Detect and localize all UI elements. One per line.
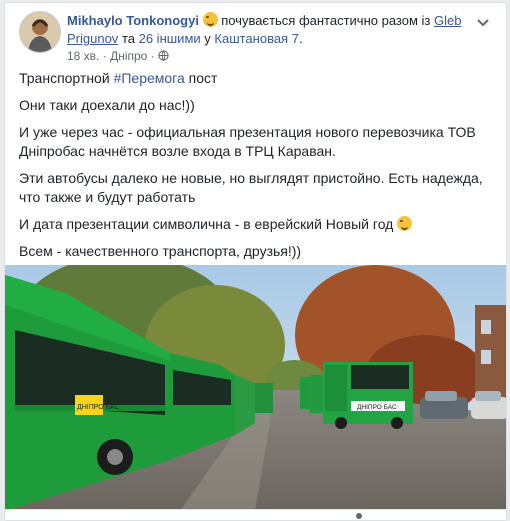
location-text: Дніпро: [110, 49, 148, 63]
hashtag-link[interactable]: #Перемога: [114, 70, 185, 86]
photo-footer: [5, 509, 506, 520]
post-line-4: Эти автобусы далеко не новые, но выглядя…: [19, 170, 483, 205]
others-link[interactable]: 26 іншими: [139, 31, 201, 46]
in-text: у: [204, 31, 211, 46]
post-photo[interactable]: ДНІПРО БАС ДНІПРО БАС: [5, 265, 506, 511]
post-text: пост: [188, 70, 218, 86]
post-line-3: И уже через час - официальная презентаци…: [19, 124, 476, 159]
post-headline: Mikhaylo Tonkonogyi почувається фантасти…: [67, 12, 462, 48]
post-line-1: Транспортной #Перемога пост: [19, 69, 494, 88]
post-line-5: И дата презентации символична - в еврейс…: [19, 215, 494, 234]
post-meta: 18 хв. · Дніпро ·: [67, 49, 169, 63]
post-card: Mikhaylo Tonkonogyi почувається фантасти…: [4, 2, 507, 521]
meta-separator: ·: [102, 49, 107, 63]
avatar[interactable]: [19, 11, 61, 53]
meta-separator-2: ·: [150, 49, 155, 63]
and-text: та: [121, 31, 135, 46]
author-link[interactable]: Mikhaylo Tonkonogyi: [67, 13, 199, 28]
post-line-6: Всем - качественного транспорта, друзья!…: [19, 243, 302, 259]
globe-icon: [158, 50, 169, 61]
post-text: Транспортной: [19, 70, 110, 86]
grinning-emoji-icon: [202, 12, 218, 27]
post-body: Транспортной #Перемога пост Они таки дое…: [19, 69, 494, 269]
place-suffix: .: [298, 31, 303, 46]
bus-side-text: ДНІПРО БАС: [77, 404, 120, 411]
smirk-emoji-icon: [397, 216, 413, 231]
chevron-down-icon[interactable]: [474, 13, 492, 31]
post-header: Mikhaylo Tonkonogyi почувається фантасти…: [19, 11, 496, 63]
carousel-dot: [356, 513, 362, 519]
bus-front-text: ДНІПРО БАС: [357, 404, 397, 411]
timestamp[interactable]: 18 хв.: [67, 49, 99, 63]
place-link[interactable]: Каштановая 7: [214, 31, 299, 46]
post-line-2: Они таки доехали до нас!)): [19, 97, 195, 113]
post-text: И дата презентации символична - в еврейс…: [19, 216, 394, 232]
feeling-text: почувається фантастично разом із: [221, 13, 431, 28]
